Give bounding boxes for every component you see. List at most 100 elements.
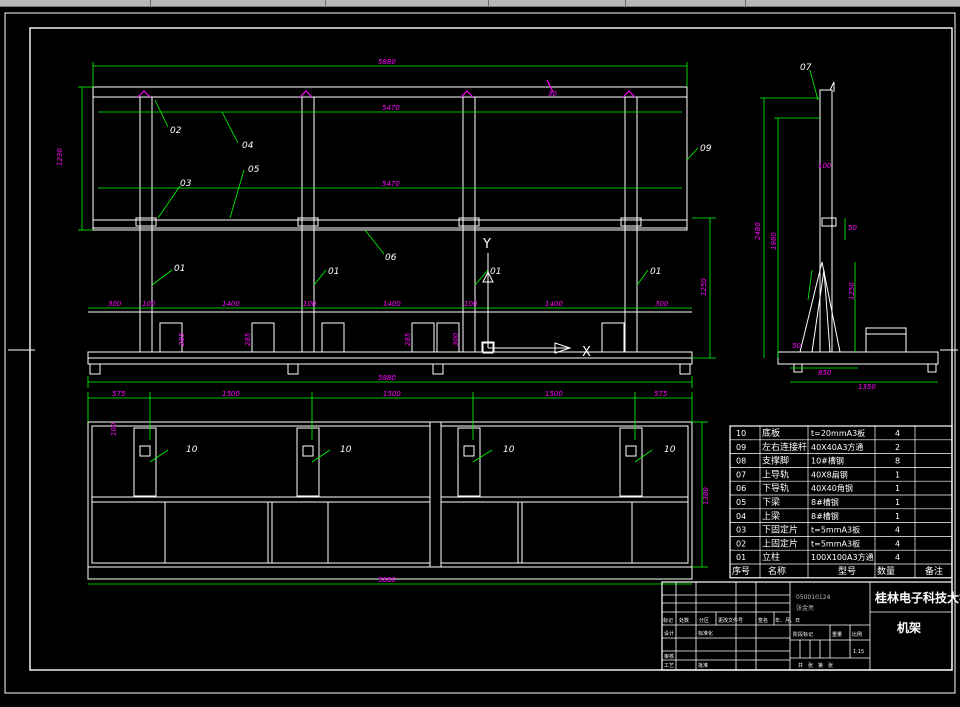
bom-cell-spec: 8#槽钢 — [811, 511, 839, 521]
side-view: 2480 1980 1250 100 50 50 850 1350 07 — [754, 63, 939, 391]
bom-cell-no: 02 — [736, 539, 746, 548]
dim-seg-1: 1400 — [222, 300, 240, 308]
bom-cell-no: 09 — [736, 443, 746, 452]
bom-cell-name: 立柱 — [762, 551, 780, 563]
bom-table: 10 底板 t=20mmA3板 4 09 左右连接杆 40X40A3方通 2 08 支撑脚 10#槽… — [729, 425, 953, 579]
bom-cell-qty: 4 — [895, 539, 900, 548]
row-process: 工艺 — [664, 663, 674, 669]
top-dim-seg-2: 1500 — [383, 390, 401, 398]
callout-01-c: 01 — [490, 267, 501, 277]
bom-cell-spec: 40X8扁钢 — [811, 469, 848, 479]
post — [139, 96, 638, 353]
bom-header-note: 备注 — [925, 565, 943, 577]
row-approve: 批准 — [698, 662, 708, 669]
bom-cell-no: 01 — [736, 553, 746, 562]
dim-seg-2: 1400 — [383, 300, 401, 308]
sheet-border — [4, 12, 958, 694]
callout-02: 02 — [170, 126, 182, 136]
bom-header-name: 名称 — [768, 565, 786, 577]
callout-03: 03 — [180, 179, 192, 189]
bom-cell-qty: 1 — [895, 512, 900, 521]
bom-cell-no: 05 — [736, 498, 746, 507]
dim-small-1: 100 — [142, 300, 156, 308]
bom-cell-no: 03 — [736, 526, 746, 535]
stage-header-2: 比例 — [852, 631, 862, 638]
bom-cell-no: 04 — [736, 512, 746, 521]
side-dim-tiny-1: 50 — [848, 224, 857, 232]
bom-cell-name: 上固定片 — [762, 537, 798, 549]
front-view: Y X 5880 5470 5470 1230 1250 5880 300 14… — [56, 58, 716, 388]
row-std: 标准化 — [698, 630, 713, 637]
callout-01-b: 01 — [328, 267, 339, 277]
bom-cell-spec: t=5mmA3板 — [811, 538, 860, 548]
bom-cell-no: 08 — [736, 457, 746, 466]
bom-cell-qty: 4 — [895, 526, 900, 535]
dim-post-h3: 285 — [404, 332, 412, 346]
bom-cell-name: 下梁 — [762, 496, 780, 508]
callout-04: 04 — [242, 141, 254, 151]
bom-cell-qty: 1 — [895, 470, 900, 479]
bom-cell-qty: 4 — [895, 429, 900, 438]
title-block: 桂林电子科技大学 机架 050010124 张金亮 1:15 标记 处数 分区 … — [661, 581, 960, 671]
callout-01-d: 01 — [650, 267, 661, 277]
rev-header-4: 签名 — [758, 617, 768, 624]
bom-header-spec: 型号 — [838, 566, 856, 577]
dim-post-h4: 300 — [452, 332, 460, 346]
axis-y-label: Y — [482, 237, 491, 252]
callout-05: 05 — [248, 165, 260, 175]
callout-01-a: 01 — [174, 264, 185, 274]
bom-cell-qty: 8 — [895, 457, 900, 466]
top-callout-10-c: 10 — [503, 445, 515, 455]
dim-inner-top: 5470 — [382, 104, 400, 112]
bom-cell-spec: t=5mmA3板 — [811, 525, 860, 535]
bom-cell-qty: 1 — [895, 484, 900, 493]
dim-small-2: 100 — [303, 300, 317, 308]
dim-post-h2: 285 — [244, 332, 252, 346]
row-design: 设计 — [664, 630, 674, 637]
dim-seg-right: 300 — [655, 300, 669, 308]
dim-base-width: 5880 — [378, 374, 396, 382]
bom-cell-name: 上导轨 — [762, 468, 789, 480]
dim-overall-top: 5880 — [378, 58, 396, 66]
bom-header-qty: 数量 — [877, 565, 895, 577]
bom-cell-spec: 40X40A3方通 — [811, 442, 863, 452]
bom-cell-no: 10 — [736, 429, 746, 438]
side-dim-tiny-2: 50 — [792, 342, 801, 350]
bom-cell-spec: 8#槽钢 — [811, 497, 839, 507]
top-dim-height: 1380 — [702, 487, 710, 505]
stage-header-1: 重量 — [832, 631, 842, 638]
bom-cell-qty: 4 — [895, 553, 900, 562]
dim-rail-tag: 30 — [548, 90, 557, 98]
callout-06: 06 — [385, 253, 397, 263]
bom-cell-no: 07 — [736, 470, 746, 479]
top-callout-10-d: 10 — [664, 445, 676, 455]
bom-cell-qty: 2 — [895, 443, 900, 452]
side-dim-mid: 1250 — [848, 282, 856, 300]
dim-seg-3: 1400 — [545, 300, 563, 308]
top-view: 575 1500 1500 1500 575 5880 1380 100 10 … — [87, 390, 710, 585]
cad-drawing[interactable]: Y X 5880 5470 5470 1230 1250 5880 300 14… — [0, 6, 960, 703]
dim-seg-left: 300 — [108, 300, 122, 308]
bom-cell-name: 底板 — [762, 427, 780, 439]
rev-header-2: 分区 — [699, 617, 709, 624]
top-dim-seg-right: 575 — [654, 390, 668, 398]
side-dim-base-1: 850 — [818, 369, 832, 377]
bom-cell-name: 上梁 — [762, 510, 780, 522]
rev-header-1: 处数 — [679, 617, 689, 624]
student-id: 050010124 — [796, 594, 831, 601]
drawing-canvas[interactable]: Y X 5880 5470 5470 1230 1250 5880 300 14… — [0, 6, 960, 703]
bom-cell-name: 左右连接杆 — [762, 441, 807, 453]
bom-cell-spec: t=20mmA3板 — [811, 428, 865, 438]
row-review: 审核 — [664, 653, 674, 660]
side-dim-small: 100 — [818, 162, 832, 170]
top-dim-seg-3: 1500 — [545, 390, 563, 398]
rev-header-3: 更改文件号 — [718, 617, 743, 624]
university-name: 桂林电子科技大学 — [874, 590, 960, 605]
bom-cell-name: 下固定片 — [762, 524, 798, 536]
bom-cell-name: 下导轨 — [762, 482, 789, 494]
dim-small-3: 100 — [464, 300, 478, 308]
bom-cell-spec: 100X100A3方通 — [811, 552, 874, 562]
side-dim-upper: 1980 — [770, 232, 778, 250]
side-dim-base-2: 1350 — [858, 383, 876, 391]
side-callout-07: 07 — [800, 63, 812, 73]
